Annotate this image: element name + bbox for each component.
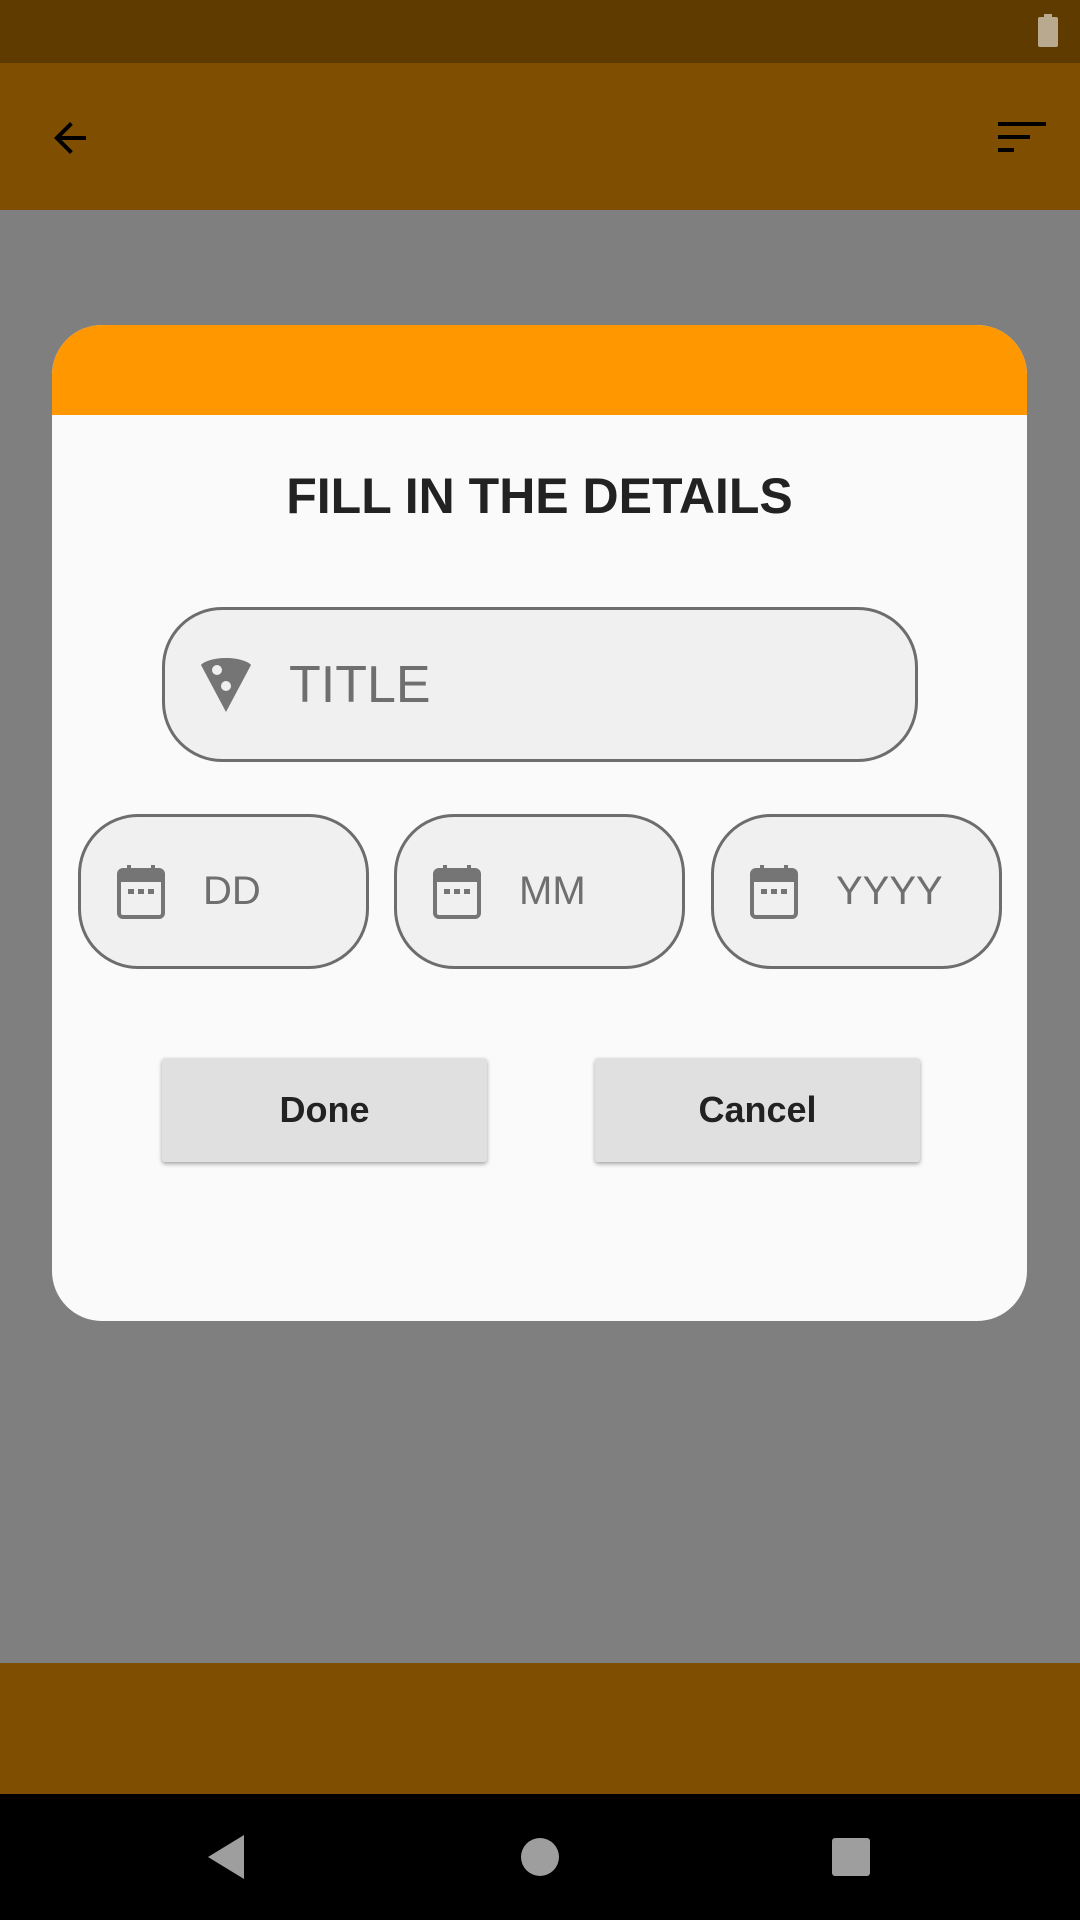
details-dialog: FILL IN THE DETAILS TITLE DD MM YYYY Don… [52,325,1027,1321]
nav-back-button[interactable] [193,1824,259,1890]
day-input[interactable] [201,868,366,915]
back-button[interactable] [40,108,100,168]
sort-filter-icon [998,122,1046,152]
system-nav-bar [0,1794,1080,1920]
filter-button[interactable] [992,108,1052,168]
year-input[interactable] [834,868,999,915]
month-field[interactable] [394,814,685,969]
arrow-back-icon [54,122,86,154]
bottom-bar [0,1663,1080,1794]
title-field[interactable] [162,607,918,762]
calendar-icon [117,864,165,919]
dialog-header [52,325,1027,415]
title-input[interactable] [287,653,915,716]
nav-home-button[interactable] [507,1824,573,1890]
day-field[interactable] [78,814,369,969]
battery-icon [1038,14,1058,47]
calendar-icon [433,864,481,919]
pizza-slice-icon [201,657,251,712]
app-bar [0,63,1080,210]
triangle-back-icon [208,1835,244,1879]
square-recents-icon [832,1838,870,1876]
cancel-button[interactable]: Cancel [595,1058,920,1162]
nav-recents-button[interactable] [818,1824,884,1890]
calendar-icon [750,864,798,919]
dialog-title: FILL IN THE DETAILS [286,468,793,524]
status-bar [0,0,1080,63]
circle-home-icon [521,1838,559,1876]
done-button[interactable]: Done [162,1058,487,1162]
month-input[interactable] [517,868,682,915]
year-field[interactable] [711,814,1002,969]
